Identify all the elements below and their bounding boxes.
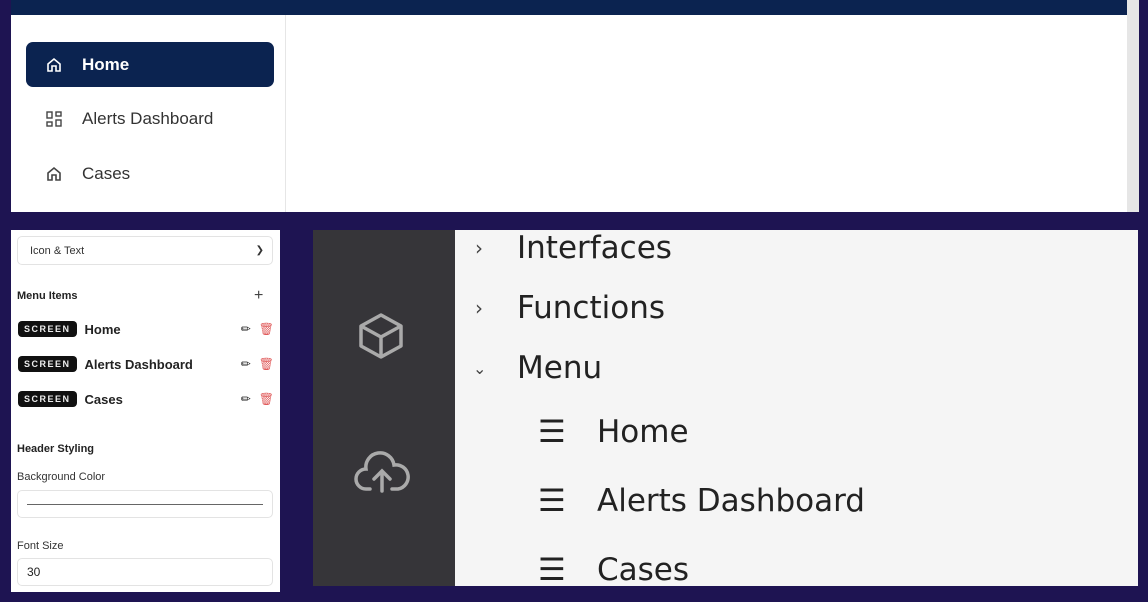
menu-icon: ☰: [538, 414, 566, 450]
menu-icon: ☰: [538, 483, 566, 519]
menu-item-name: Home: [84, 321, 121, 337]
type-badge: SCREEN: [18, 321, 77, 337]
settings-panel: Icon & Text ❯ Menu Items + SCREEN Home ✏ 🗑…: [11, 230, 280, 592]
tree-child-label: Alerts Dashboard: [597, 483, 865, 519]
sidebar-item-label: Cases: [82, 163, 131, 183]
sidebar-item-alerts-dashboard[interactable]: Alerts Dashboard: [26, 96, 274, 141]
color-swatch: [27, 503, 263, 505]
background-color-label: Background Color: [17, 471, 106, 483]
sidebar: Home Alerts Dashboard Cases: [11, 15, 286, 212]
cloud-upload-icon[interactable]: [354, 451, 410, 495]
tree-child-label: Home: [597, 414, 689, 450]
tree-node-functions[interactable]: › Functions: [475, 290, 665, 326]
add-menu-item-button[interactable]: +: [254, 287, 263, 305]
home-icon: [47, 57, 61, 72]
grid-icon: [46, 110, 62, 127]
edit-icon[interactable]: ✏: [241, 392, 251, 406]
header-styling-title: Header Styling: [17, 443, 95, 455]
tree-node-interfaces[interactable]: › Interfaces: [475, 230, 672, 266]
tree-child-cases[interactable]: ☰ Cases: [538, 552, 689, 586]
menu-icon: ☰: [538, 552, 566, 586]
icon-rail: [313, 230, 455, 586]
edit-icon[interactable]: ✏: [241, 357, 251, 371]
type-badge: SCREEN: [18, 356, 77, 372]
tree-child-label: Cases: [597, 552, 690, 586]
sidebar-item-cases[interactable]: Cases: [26, 151, 274, 196]
menu-item-name: Cases: [84, 391, 123, 407]
tree-node-label: Interfaces: [517, 230, 672, 266]
display-mode-select[interactable]: Icon & Text ❯: [17, 236, 273, 265]
type-badge: SCREEN: [18, 391, 77, 407]
chevron-right-icon: ›: [475, 296, 483, 320]
home-icon: [47, 166, 61, 181]
chevron-right-icon: ›: [475, 236, 483, 260]
tree-node-label: Menu: [517, 350, 603, 386]
edit-icon[interactable]: ✏: [241, 322, 251, 336]
chevron-down-icon: ⌄: [473, 358, 487, 378]
delete-icon[interactable]: 🗑: [259, 322, 274, 336]
app-preview-panel: Home Alerts Dashboard Cases: [11, 0, 1139, 212]
font-size-input[interactable]: 30: [17, 558, 273, 586]
sidebar-item-home[interactable]: Home: [26, 42, 274, 87]
scrollbar[interactable]: [1127, 0, 1139, 212]
sidebar-item-label: Home: [82, 54, 130, 74]
tree-panel: › Interfaces › Functions ⌄ Menu ☰ Home ☰ Aler…: [313, 230, 1138, 586]
menu-item-name: Alerts Dashboard: [84, 356, 193, 372]
menu-item: SCREEN Alerts Dashboard ✏ 🗑: [18, 354, 274, 374]
tree-child-alerts-dashboard[interactable]: ☰ Alerts Dashboard: [538, 483, 865, 519]
chevron-down-icon: ❯: [255, 245, 264, 256]
delete-icon[interactable]: 🗑: [259, 392, 274, 406]
background-color-input[interactable]: [17, 490, 273, 518]
sidebar-item-label: Alerts Dashboard: [82, 108, 214, 128]
app-header: [11, 0, 1127, 15]
delete-icon[interactable]: 🗑: [259, 357, 274, 371]
tree-child-home[interactable]: ☰ Home: [538, 414, 689, 450]
menu-items-title: Menu Items: [17, 290, 78, 302]
tree-node-label: Functions: [517, 290, 666, 326]
menu-item: SCREEN Cases ✏ 🗑: [18, 389, 274, 409]
cube-icon[interactable]: [358, 312, 404, 360]
font-size-label: Font Size: [17, 540, 64, 552]
menu-item: SCREEN Home ✏ 🗑: [18, 319, 274, 339]
display-mode-value: Icon & Text: [30, 244, 85, 257]
tree-node-menu[interactable]: ⌄ Menu: [473, 350, 602, 386]
